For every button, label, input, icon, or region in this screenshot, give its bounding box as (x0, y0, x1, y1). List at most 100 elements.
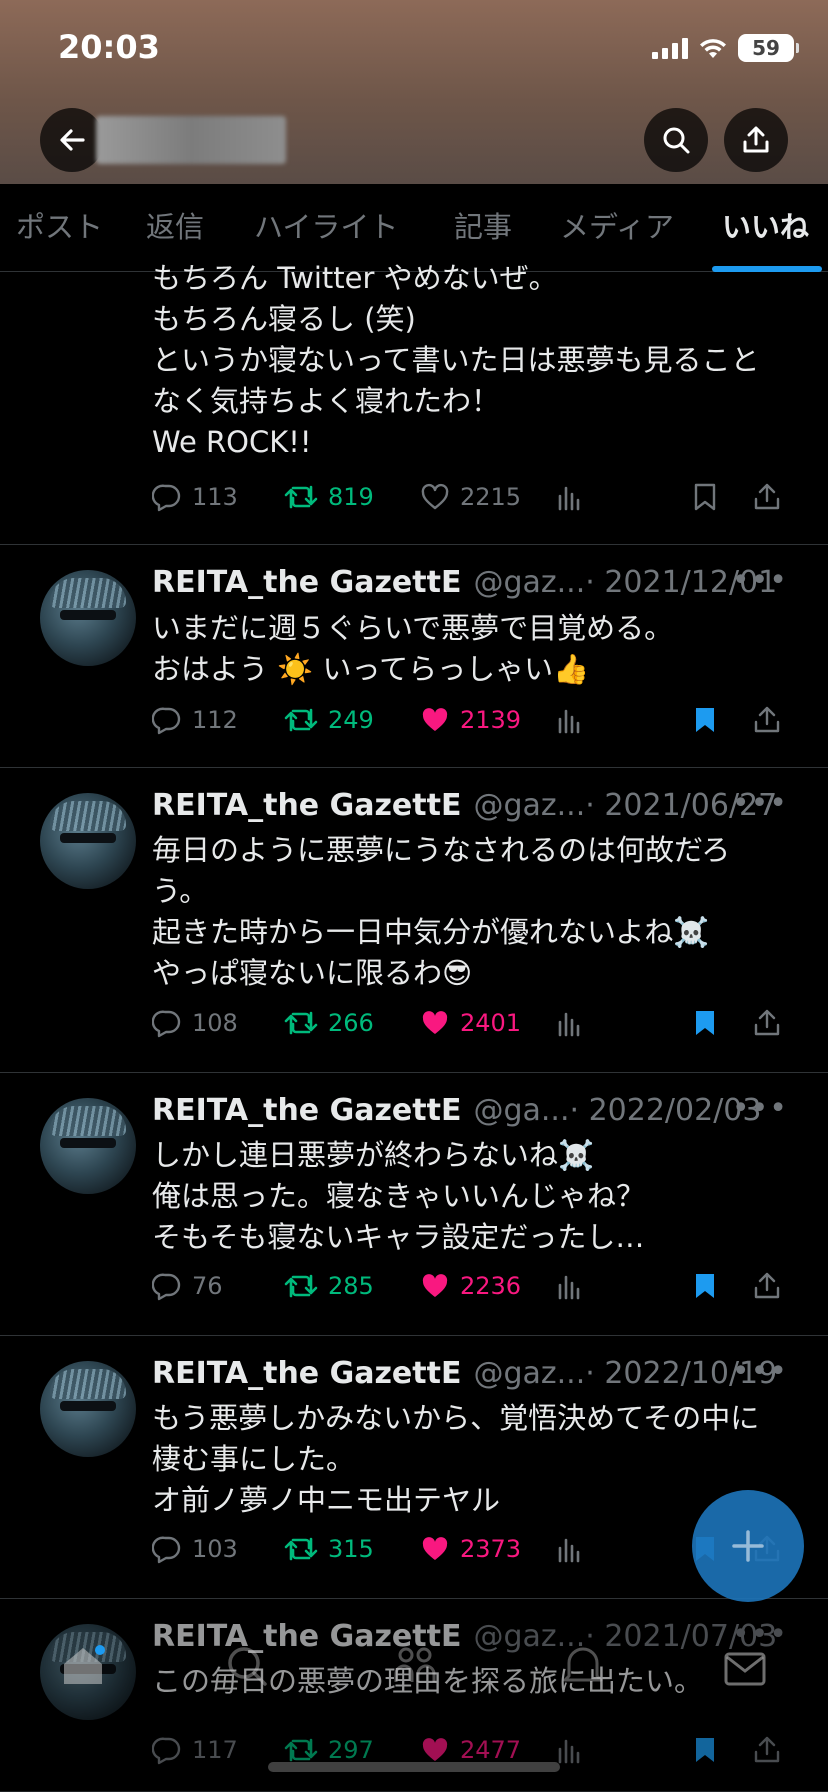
notifications-icon (563, 1647, 603, 1682)
wifi-icon (700, 39, 726, 58)
back-arrow-icon (60, 129, 85, 151)
tab-posts[interactable]: ポスト (16, 184, 103, 272)
reply-icon (152, 1536, 181, 1564)
display-name[interactable]: REITA_the GazettE (152, 1356, 461, 1391)
retweet-button[interactable]: 266 (284, 1008, 374, 1038)
share-button[interactable] (752, 1008, 782, 1038)
avatar[interactable] (40, 1361, 136, 1457)
avatar[interactable] (40, 793, 136, 889)
reply-icon (152, 1273, 181, 1301)
status-time: 20:03 (58, 28, 160, 66)
bookmark-button[interactable] (692, 1271, 718, 1301)
retweet-button[interactable]: 819 (284, 482, 374, 512)
handle[interactable]: @gaz... (473, 1356, 585, 1391)
like-button[interactable]: 2477 (420, 1735, 521, 1765)
search-button[interactable] (644, 108, 708, 172)
more-icon[interactable]: ••• (732, 563, 788, 598)
messages-icon (724, 1652, 766, 1686)
bookmark-button[interactable] (692, 705, 718, 735)
bookmark-icon (696, 1738, 714, 1762)
avatar[interactable] (40, 1098, 136, 1194)
reply-icon (152, 484, 181, 512)
communities-icon (394, 1647, 436, 1682)
tweet-text: もう悪夢しかみないから、覚悟決めてその中に 棲む事にした。 オ前ノ夢ノ中ニモ出テ… (152, 1401, 760, 1517)
share-button[interactable] (752, 1271, 782, 1301)
tweet[interactable]: REITA_the GazettE @gaz... · 2021/12/01 •… (0, 545, 828, 768)
reply-button[interactable]: 76 (152, 1271, 223, 1301)
share-profile-button[interactable] (724, 108, 788, 172)
views-icon (558, 486, 580, 511)
like-button[interactable]: 2401 (420, 1008, 521, 1038)
retweet-button[interactable]: 297 (284, 1735, 374, 1765)
tweet[interactable]: REITA_the GazettE @gaz... · 2021/06/27 •… (0, 768, 828, 1073)
reply-button[interactable]: 117 (152, 1735, 238, 1765)
retweet-icon (284, 1274, 318, 1298)
retweet-icon (284, 1537, 318, 1561)
share-button[interactable] (752, 482, 782, 512)
like-button[interactable]: 2139 (420, 705, 521, 735)
avatar[interactable] (40, 570, 136, 666)
reply-button[interactable]: 103 (152, 1534, 238, 1564)
tweet-text: 毎日のように悪夢にうなされるのは何故だろ う。 起きた時から一日中気分が優れない… (152, 833, 731, 990)
more-icon[interactable]: ••• (732, 1617, 788, 1652)
display-name[interactable]: REITA_the GazettE (152, 565, 461, 600)
share-icon (754, 1272, 780, 1299)
reply-button[interactable]: 108 (152, 1008, 238, 1038)
nav-home[interactable] (60, 1644, 106, 1692)
tweet-header: REITA_the GazettE @gaz... · 2021/12/01 (152, 565, 777, 605)
handle[interactable]: @gaz... (473, 565, 585, 600)
nav-notifications[interactable] (560, 1644, 606, 1692)
nav-messages[interactable] (722, 1650, 768, 1694)
nav-explore[interactable] (224, 1644, 270, 1692)
views-icon (558, 1275, 580, 1300)
reply-button[interactable]: 113 (152, 482, 238, 512)
bookmark-button[interactable] (692, 1735, 718, 1765)
explore-icon (228, 1647, 267, 1686)
display-name[interactable]: REITA_the GazettE (152, 788, 461, 823)
views-icon (558, 1012, 580, 1037)
retweet-button[interactable]: 315 (284, 1534, 374, 1564)
views-button[interactable] (556, 1271, 584, 1301)
views-button[interactable] (556, 1735, 584, 1765)
handle[interactable]: @gaz... (473, 788, 585, 823)
plus-icon (732, 1530, 764, 1562)
tweet-partial[interactable]: もちろん Twitter やめないぜ。 もちろん寝るし (笑) というか寝ないっ… (0, 261, 828, 545)
tweet-actions: 112 249 2139 (152, 705, 792, 745)
views-button[interactable] (556, 1534, 584, 1564)
reply-button[interactable]: 112 (152, 705, 238, 735)
bookmark-icon (696, 1274, 714, 1298)
nav-communities[interactable] (392, 1644, 438, 1692)
retweet-button[interactable]: 249 (284, 705, 374, 735)
views-icon (558, 1739, 580, 1764)
like-button[interactable]: 2236 (420, 1271, 521, 1301)
tweet-text: いまだに週５ぐらいで悪夢で目覚める。 おはよう ☀️ いってらっしゃい👍 (152, 611, 674, 686)
handle[interactable]: @ga... (473, 1093, 569, 1128)
share-icon (754, 1736, 780, 1763)
tweet-text: しかし連日悪夢が終わらないね☠️ 俺は思った。寝なきゃいいんじゃね？ そもそも寝… (152, 1138, 646, 1254)
display-name[interactable]: REITA_the GazettE (152, 1093, 461, 1128)
retweet-icon (284, 1738, 318, 1762)
like-button[interactable]: 2373 (420, 1534, 521, 1564)
reply-icon (152, 707, 181, 735)
share-button[interactable] (752, 1735, 782, 1765)
tweet-actions: 76 285 2236 (152, 1271, 792, 1311)
views-button[interactable] (556, 705, 584, 735)
more-icon[interactable]: ••• (732, 1354, 788, 1389)
back-button[interactable] (40, 108, 104, 172)
compose-post-button[interactable] (692, 1490, 804, 1602)
share-button[interactable] (752, 705, 782, 735)
like-button[interactable]: 2215 (420, 482, 521, 512)
more-icon[interactable]: ••• (732, 786, 788, 821)
retweet-button[interactable]: 285 (284, 1271, 374, 1301)
tweet[interactable]: REITA_the GazettE @ga... · 2022/02/03 ••… (0, 1073, 828, 1336)
heart-icon (422, 1738, 448, 1761)
share-icon (754, 483, 780, 510)
tweet-actions: 108 266 2401 (152, 1008, 792, 1048)
bookmark-button[interactable] (692, 482, 718, 512)
heart-icon (422, 1011, 448, 1034)
views-button[interactable] (556, 1008, 584, 1038)
views-button[interactable] (556, 482, 584, 512)
more-icon[interactable]: ••• (732, 1091, 788, 1126)
bookmark-button[interactable] (692, 1008, 718, 1038)
heart-icon (421, 483, 449, 510)
